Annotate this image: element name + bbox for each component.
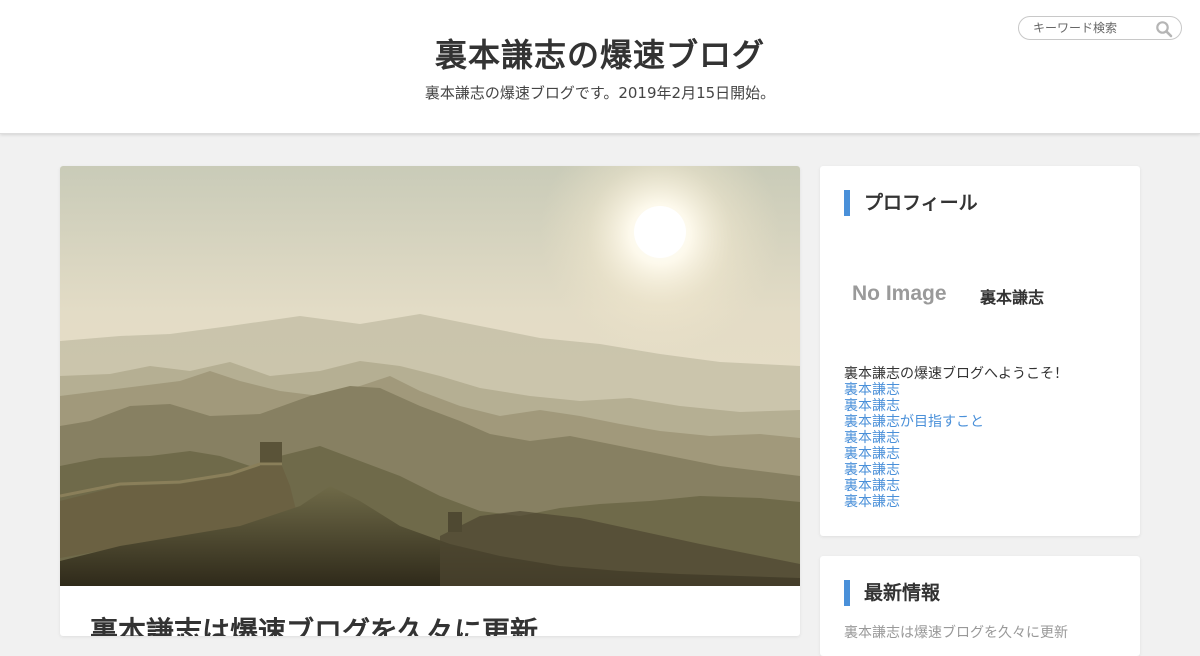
profile-link[interactable]: 裏本謙志 [844, 446, 984, 462]
profile-link[interactable]: 裏本謙志 [844, 462, 984, 478]
profile-heading: プロフィール [844, 190, 978, 216]
profile-name: 裏本謙志 [980, 288, 1045, 307]
profile-link[interactable]: 裏本謙志 [844, 478, 984, 494]
profile-link[interactable]: 裏本謙志が目指すこと [844, 414, 984, 430]
profile-link[interactable]: 裏本謙志 [844, 494, 984, 510]
site-header: 裏本謙志の爆速ブログ 裏本謙志の爆速ブログです。2019年2月15日開始。 [0, 0, 1200, 134]
profile-link[interactable]: 裏本謙志 [844, 430, 984, 446]
news-heading: 最新情報 [844, 580, 940, 606]
search-box [1018, 16, 1182, 40]
site-description: 裏本謙志の爆速ブログです。2019年2月15日開始。 [424, 84, 776, 102]
post-title[interactable]: 裏本謙志は爆速ブログを久々に更新 [90, 610, 538, 636]
site-title[interactable]: 裏本謙志の爆速ブログ [0, 30, 1200, 76]
profile-link[interactable]: 裏本謙志 [844, 382, 984, 398]
post-thumbnail-image[interactable] [60, 166, 800, 586]
news-item[interactable]: 裏本謙志は爆速ブログを久々に更新 [844, 622, 1068, 642]
news-widget: 最新情報 裏本謙志は爆速ブログを久々に更新 [820, 556, 1140, 656]
search-input[interactable] [1033, 20, 1149, 36]
profile-links: 裏本謙志 裏本謙志 裏本謙志が目指すこと 裏本謙志 裏本謙志 裏本謙志 裏本謙志… [844, 382, 984, 510]
search-icon[interactable] [1155, 20, 1173, 38]
post-card: 裏本謙志は爆速ブログを久々に更新 [60, 166, 800, 636]
profile-link[interactable]: 裏本謙志 [844, 398, 984, 414]
profile-widget: プロフィール No Image 裏本謙志 裏本謙志の爆速ブログへようこそ！ 裏本… [820, 166, 1140, 536]
profile-avatar: No Image [852, 282, 947, 305]
profile-intro: 裏本謙志の爆速ブログへようこそ！ [844, 366, 1068, 382]
